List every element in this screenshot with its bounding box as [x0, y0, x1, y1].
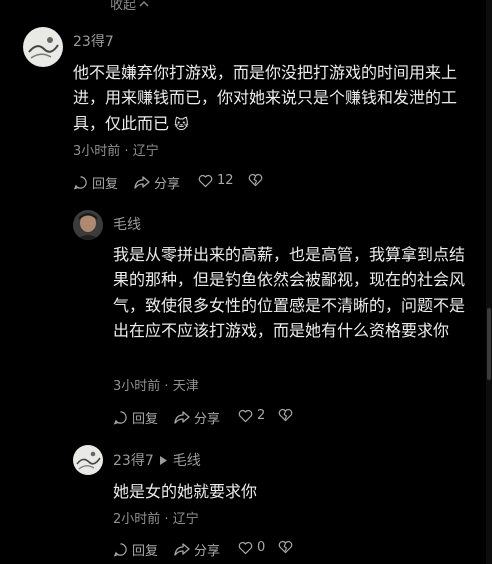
dislike-button[interactable]: [278, 408, 293, 422]
like-button[interactable]: 0: [238, 540, 265, 555]
comment-username[interactable]: 23得7: [113, 450, 154, 470]
dislike-heart-icon: [278, 540, 293, 554]
like-count: 0: [257, 540, 266, 555]
comment-text: 我是从零拼出来的高薪，也是高管，我算拿到点结果的那种，但是钓鱼依然会被鄙视，现在…: [113, 245, 466, 340]
like-count: 12: [217, 173, 234, 188]
comment-location: 天津: [172, 379, 199, 394]
comment-time: 2小时前: [113, 512, 161, 527]
dislike-button[interactable]: [278, 540, 293, 554]
like-count: 2: [257, 408, 266, 423]
reply-button[interactable]: 回复: [113, 408, 158, 427]
collapse-label: 收起: [110, 0, 137, 13]
like-button[interactable]: 2: [238, 408, 265, 423]
share-icon: [174, 411, 190, 424]
reply-header: 23得7 毛线: [113, 450, 201, 470]
comment-meta: 3小时前 · 天津: [113, 379, 199, 394]
dislike-heart-icon: [278, 408, 293, 422]
collapse-replies-button[interactable]: 收起: [110, 0, 149, 13]
reply-icon: [113, 411, 127, 425]
heart-icon: [238, 409, 253, 422]
avatar-art: [76, 451, 101, 470]
share-button[interactable]: 分享: [174, 540, 220, 559]
like-button[interactable]: 12: [198, 173, 234, 188]
share-icon: [174, 543, 190, 556]
cat-emoji-icon: 🐱: [174, 116, 189, 133]
reply-button[interactable]: 回复: [73, 173, 118, 192]
heart-icon: [198, 174, 213, 187]
chevron-up-icon: [139, 0, 149, 6]
avatar-art: [28, 37, 59, 59]
share-button[interactable]: 分享: [134, 173, 180, 192]
comment-text: 她是女的她就要求你: [113, 482, 258, 501]
comment-meta: 3小时前 · 辽宁: [73, 144, 159, 159]
avatar-art: [73, 210, 103, 240]
scrollbar-thumb[interactable]: [487, 308, 491, 380]
comment-username[interactable]: 毛线: [113, 214, 141, 234]
comment-meta: 2小时前 · 辽宁: [113, 512, 199, 527]
comment-location: 辽宁: [172, 512, 199, 527]
dislike-button[interactable]: [248, 173, 263, 187]
comment-time: 3小时前: [73, 144, 121, 159]
scrollbar-track[interactable]: [486, 0, 492, 564]
play-arrow-icon: [159, 455, 167, 465]
reply-icon: [73, 176, 87, 190]
share-button[interactable]: 分享: [174, 408, 220, 427]
reply-to-username[interactable]: 毛线: [173, 450, 201, 470]
heart-icon: [238, 541, 253, 554]
comment-time: 3小时前: [113, 379, 161, 394]
avatar[interactable]: [23, 27, 63, 67]
dislike-heart-icon: [248, 173, 263, 187]
comment-username[interactable]: 23得7: [73, 31, 114, 51]
comment-text: 他不是嫌弃你打游戏，而是你没把打游戏的时间用来上进，用来赚钱而已，你对她来说只是…: [73, 63, 458, 133]
avatar[interactable]: [73, 445, 103, 475]
share-icon: [134, 176, 150, 189]
avatar[interactable]: [73, 210, 103, 240]
reply-button[interactable]: 回复: [113, 540, 158, 559]
comment-location: 辽宁: [132, 144, 159, 159]
reply-icon: [113, 543, 127, 557]
